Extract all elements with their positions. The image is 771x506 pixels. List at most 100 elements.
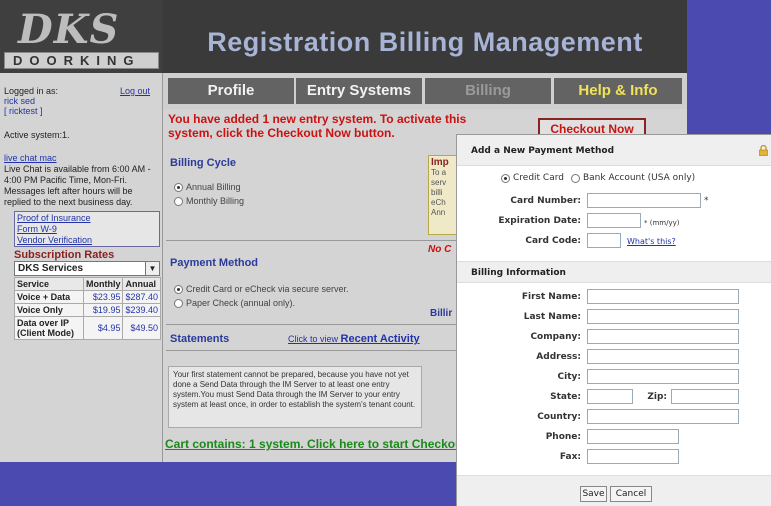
- logo-wordmark: DKS: [18, 6, 120, 53]
- credit-card-label: Credit Card: [513, 173, 564, 183]
- payment-type-selector: Credit Card Bank Account (USA only): [501, 173, 695, 183]
- rates-select-value: DKS Services: [18, 263, 84, 274]
- lock-icon: [759, 145, 768, 156]
- cancel-button[interactable]: Cancel: [610, 486, 652, 502]
- last-name-label: Last Name:: [523, 312, 581, 322]
- card-code-field[interactable]: [587, 233, 621, 248]
- state-label: State:: [550, 392, 581, 402]
- activation-notice: You have added 1 new entry system. To ac…: [168, 112, 467, 140]
- form-w9-link[interactable]: Form W-9: [17, 224, 157, 235]
- address-field[interactable]: [587, 349, 739, 364]
- payment-method-title: Payment Method: [170, 257, 259, 269]
- dialog-footer: Save Cancel: [457, 475, 771, 506]
- tab-help-info[interactable]: Help & Info: [554, 78, 682, 104]
- rates-service-select[interactable]: DKS Services ▼: [14, 261, 160, 276]
- dialog-header: Add a New Payment Method: [457, 135, 771, 166]
- live-chat-info: Live Chat is available from 6:00 AM - 4:…: [4, 164, 151, 207]
- cart-checkout-link[interactable]: Cart contains: 1 system. Click here to s…: [165, 437, 460, 451]
- country-label: Country:: [537, 412, 581, 422]
- first-name-field[interactable]: [587, 289, 739, 304]
- user-id: [ ricktest ]: [4, 106, 43, 116]
- important-text: To a serv billi eCh Ann: [431, 168, 447, 217]
- company-label: Company:: [530, 332, 581, 342]
- radio-bank-account[interactable]: [570, 173, 580, 183]
- phone-label: Phone:: [545, 432, 581, 442]
- monthly-price: $23.95: [82, 290, 124, 304]
- phone-field[interactable]: [587, 429, 679, 444]
- tab-profile[interactable]: Profile: [168, 78, 294, 104]
- annual-billing-label: Annual Billing: [186, 182, 241, 192]
- radio-monthly[interactable]: [174, 196, 183, 206]
- radio-paper-check[interactable]: [174, 298, 183, 308]
- billing-info-title: Billing Information: [471, 268, 566, 278]
- divider: [166, 350, 458, 351]
- tab-billing[interactable]: Billing: [425, 78, 551, 104]
- statements-message: Your first statement cannot be prepared,…: [168, 366, 422, 428]
- service-name: Data over IP (Client Mode): [14, 316, 84, 340]
- col-header-monthly: Monthly: [82, 277, 124, 291]
- rates-table: Service Monthly Annual Voice + Data $23.…: [14, 277, 161, 340]
- paper-check-label: Paper Check (annual only).: [186, 298, 296, 308]
- state-field[interactable]: [587, 389, 633, 404]
- city-field[interactable]: [587, 369, 739, 384]
- monthly-price: $4.95: [82, 316, 124, 340]
- card-number-field[interactable]: [587, 193, 701, 208]
- chevron-down-icon[interactable]: ▼: [145, 262, 159, 275]
- table-header-row: Service Monthly Annual: [14, 277, 161, 291]
- annual-price: $287.40: [122, 290, 161, 304]
- subscription-rates-title: Subscription Rates: [14, 249, 115, 261]
- recent-link-bold: Recent Activity: [340, 333, 420, 345]
- expiration-date-label: Expiration Date:: [498, 216, 581, 226]
- live-chat-link[interactable]: live chat mac: [4, 153, 57, 164]
- logout-link[interactable]: Log out: [120, 86, 150, 97]
- expiration-hint: * (mm/yy): [644, 219, 680, 227]
- company-field[interactable]: [587, 329, 739, 344]
- service-name: Voice Only: [14, 303, 84, 317]
- billing-section-fragment: Billir: [430, 308, 453, 319]
- expiration-date-field[interactable]: [587, 213, 641, 228]
- table-row: Data over IP (Client Mode) $4.95 $49.50: [14, 316, 161, 340]
- fax-field[interactable]: [587, 449, 679, 464]
- important-info-box: Imp To a serv billi eCh Ann: [428, 155, 458, 235]
- annual-price: $239.40: [122, 303, 161, 317]
- save-button[interactable]: Save: [580, 486, 607, 502]
- zip-field[interactable]: [671, 389, 739, 404]
- doorking-logo[interactable]: DKS DOORKING: [0, 0, 163, 73]
- statements-title: Statements: [170, 333, 230, 345]
- fax-label: Fax:: [559, 452, 581, 462]
- address-label: Address:: [536, 352, 581, 362]
- col-header-annual: Annual: [122, 277, 161, 291]
- col-header-service: Service: [14, 277, 84, 291]
- active-system-text: Active system:1.: [4, 130, 70, 140]
- vendor-verification-link[interactable]: Vendor Verification: [17, 235, 157, 246]
- divider: [166, 240, 458, 241]
- paper-check-option[interactable]: Paper Check (annual only).: [174, 298, 295, 308]
- card-code-label: Card Code:: [525, 236, 581, 246]
- country-field[interactable]: [587, 409, 739, 424]
- table-row: Voice Only $19.95 $239.40: [14, 303, 161, 317]
- annual-price: $49.50: [122, 316, 161, 340]
- recent-activity-link[interactable]: Click to view Recent Activity: [288, 333, 420, 345]
- last-name-field[interactable]: [587, 309, 739, 324]
- billing-info-header: Billing Information: [457, 261, 771, 283]
- credit-card-echeck-option[interactable]: Credit Card or eCheck via secure server.: [174, 284, 349, 294]
- no-card-warning: No C: [428, 244, 452, 255]
- documents-box: Proof of Insurance Form W-9 Vendor Verif…: [14, 211, 160, 247]
- card-number-required: *: [704, 196, 709, 206]
- whats-this-link[interactable]: What's this?: [627, 237, 676, 246]
- main-nav: Profile Entry Systems Billing Help & Inf…: [163, 73, 687, 109]
- monthly-billing-label: Monthly Billing: [186, 196, 245, 206]
- recent-link-prefix: Click to view: [288, 334, 339, 344]
- page-title: Registration Billing Management: [207, 27, 643, 57]
- radio-credit-card[interactable]: [501, 173, 510, 183]
- divider: [166, 324, 458, 325]
- proof-of-insurance-link[interactable]: Proof of Insurance: [17, 213, 157, 224]
- first-name-label: First Name:: [521, 292, 581, 302]
- monthly-billing-option[interactable]: Monthly Billing: [174, 196, 244, 206]
- page-header: Registration Billing Management: [163, 0, 687, 73]
- tab-entry-systems[interactable]: Entry Systems: [296, 78, 422, 104]
- radio-annual[interactable]: [174, 182, 183, 192]
- radio-credit-echeck[interactable]: [174, 284, 183, 294]
- zip-label: Zip:: [647, 392, 667, 402]
- annual-billing-option[interactable]: Annual Billing: [174, 182, 241, 192]
